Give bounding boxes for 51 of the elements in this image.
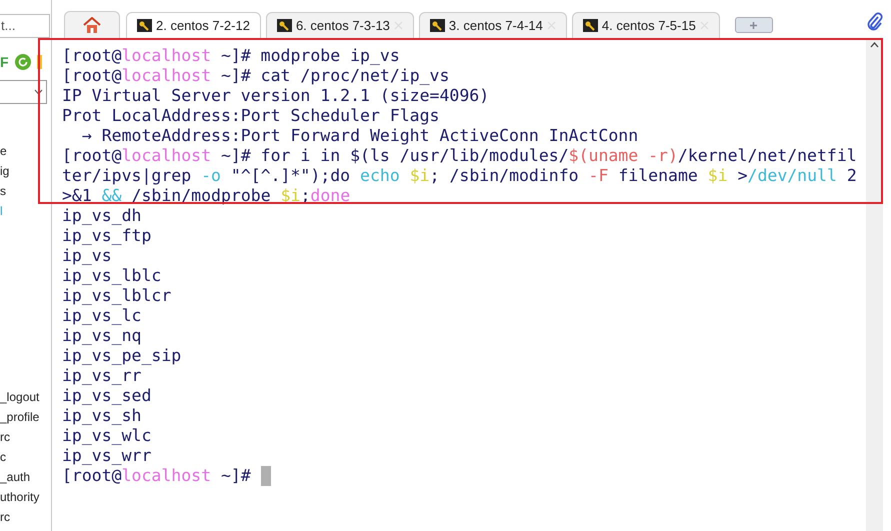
file-item[interactable]: e (0, 141, 51, 161)
scroll-up-icon[interactable] (870, 42, 879, 48)
terminal-line: ip_vs_ftp (62, 226, 152, 246)
caret-icon (34, 89, 43, 95)
file-item[interactable]: uthority (0, 487, 51, 507)
file-item[interactable]: _auth (0, 467, 51, 487)
session-tab[interactable]: 6. centos 7-3-13 (266, 12, 414, 38)
session-tab[interactable]: 2. centos 7-2-12 (126, 12, 261, 38)
terminal-line: ip_vs_dh (62, 206, 142, 226)
home-icon (83, 17, 101, 33)
terminal-line: [root@localhost ~]# modprobe ip_vs (62, 46, 400, 66)
file-item[interactable]: s (0, 181, 51, 201)
terminal-line: ip_vs_wrr (62, 446, 152, 466)
terminal-line: ip_vs_sh (62, 406, 142, 426)
home-tab[interactable] (64, 11, 120, 38)
terminal-line: [root@localhost ~]# for i in $(ls /usr/lib/modules/$(uname -r)/kernel/net/netfil (62, 146, 857, 166)
key-icon (137, 19, 152, 32)
dropdown[interactable] (0, 80, 47, 104)
terminal-line: [root@localhost ~]# (62, 466, 252, 486)
terminal-line: [root@localhost ~]# cat /proc/net/ip_vs (62, 66, 450, 86)
refresh-icon[interactable] (14, 54, 31, 70)
toolbar-letter: F (0, 54, 9, 70)
new-tab-button[interactable] (734, 17, 773, 33)
key-icon (430, 19, 445, 32)
terminal-line: → RemoteAddress:Port Forward Weight ActiveConn InActConn (80, 126, 638, 146)
terminal-line: ip_vs_lblcr (62, 286, 172, 306)
search-field[interactable]: t... (0, 14, 50, 38)
terminal-line: ip_vs_pe_sip (62, 346, 182, 366)
file-item[interactable]: _logout (0, 387, 51, 407)
paperclip-icon[interactable] (867, 12, 883, 32)
terminal-line: ip_vs (62, 246, 112, 266)
file-item[interactable]: c (0, 447, 51, 467)
terminal-line: ip_vs_lc (62, 306, 142, 326)
terminal-line: IP Virtual Server version 1.2.1 (size=4096) (62, 86, 490, 106)
terminal-line: Prot LocalAddress:Port Scheduler Flags (62, 106, 440, 126)
file-item[interactable]: rc (0, 427, 51, 447)
terminal-line: ip_vs_rr (62, 366, 142, 386)
plus-icon (749, 20, 758, 30)
session-tab[interactable]: 3. centos 7-4-14 (418, 12, 567, 38)
terminal-line: ip_vs_wlc (62, 426, 152, 446)
key-icon (582, 19, 598, 32)
scrollbar[interactable] (866, 38, 883, 531)
terminal-line: ip_vs_sed (62, 386, 152, 406)
terminal-line: ter/ipvs|grep -o "^[^.]*");do echo $i; /sbin/modinfo -F filename $i >/dev/null 2 (62, 166, 857, 186)
terminal-line: ip_vs_lblc (62, 266, 162, 286)
terminal-line: ip_vs_nq (62, 326, 142, 346)
file-item[interactable]: rc (0, 507, 51, 527)
key-icon (276, 19, 292, 32)
file-item[interactable]: _profile (0, 407, 51, 427)
session-tab[interactable]: 4. centos 7-5-15 (572, 12, 720, 38)
file-item[interactable]: ig (0, 161, 51, 181)
